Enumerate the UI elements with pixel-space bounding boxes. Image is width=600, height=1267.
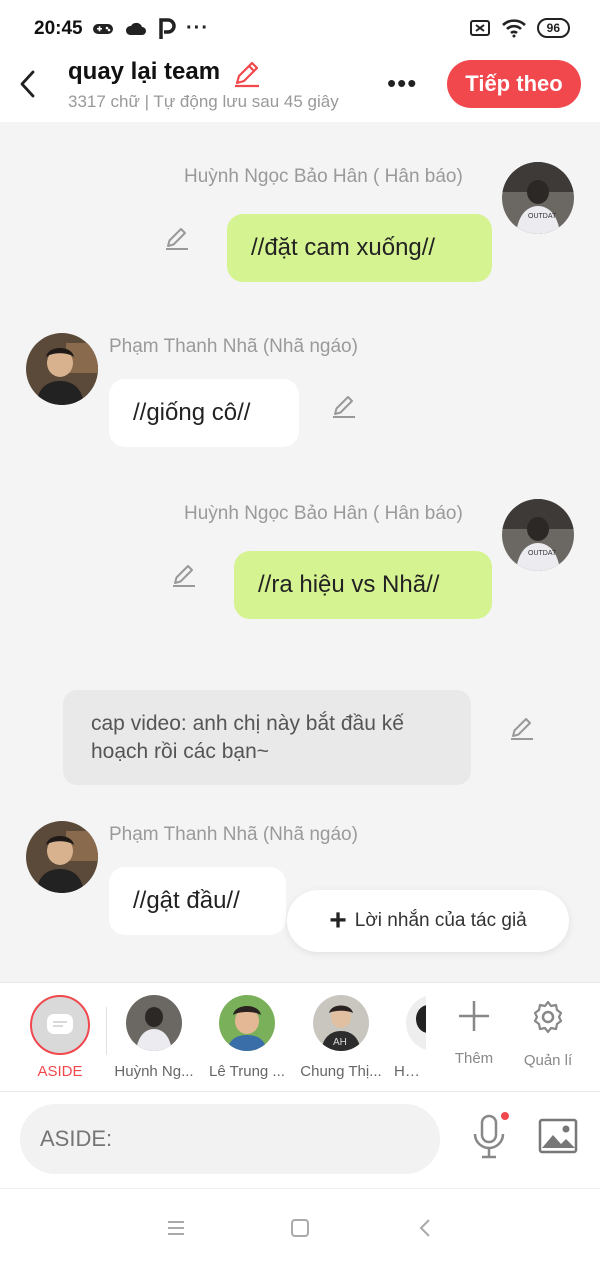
home-icon[interactable] (290, 1218, 310, 1238)
avatar[interactable]: OUTDAT (502, 499, 574, 571)
manage-characters-button[interactable]: Quản lí (518, 999, 578, 1069)
chat-bubble-icon (47, 1014, 73, 1034)
sender-name: Phạm Thanh Nhã (Nhã ngáo) (109, 336, 358, 357)
gamepad-icon (93, 23, 113, 34)
avatar[interactable] (26, 333, 98, 405)
message-input[interactable] (20, 1104, 440, 1174)
status-bar: 20:45 ··· 96 (0, 0, 600, 56)
sim-off-icon (469, 20, 490, 36)
message-bubble[interactable]: //giống cô// (109, 379, 299, 447)
cloud-icon (125, 22, 146, 35)
edit-title-icon[interactable] (232, 58, 262, 88)
plus-icon (459, 1001, 489, 1031)
sender-name: Phạm Thanh Nhã (Nhã ngáo) (109, 824, 358, 845)
character-item[interactable]: Lê Trung ... (202, 995, 292, 1080)
author-note-label: Lời nhắn của tác giả (354, 910, 527, 931)
character-name: Chung Thị... (300, 1063, 382, 1080)
edit-icon[interactable] (171, 561, 197, 587)
manage-label: Quản lí (523, 1052, 573, 1069)
character-item[interactable]: Huỳn (390, 995, 426, 1080)
avatar (126, 995, 182, 1051)
edit-icon[interactable] (164, 224, 190, 250)
svg-text:OUTDAT: OUTDAT (528, 550, 557, 557)
back-icon[interactable] (418, 1217, 432, 1239)
avatar[interactable] (26, 821, 98, 893)
input-bar (0, 1092, 600, 1188)
svg-text:AH: AH (333, 1037, 347, 1048)
image-upload-button[interactable] (538, 1118, 578, 1159)
aside-label: ASIDE (37, 1063, 83, 1080)
system-navigation-bar (0, 1188, 600, 1267)
character-name: Huỳn (394, 1063, 426, 1080)
narration-bubble[interactable]: cap video: anh chị này bắt đầu kế hoạch … (63, 690, 471, 785)
microphone-icon (473, 1112, 509, 1159)
next-button[interactable]: Tiếp theo (447, 60, 581, 108)
avatar[interactable]: OUTDAT (502, 162, 574, 234)
back-arrow-icon[interactable] (16, 66, 44, 102)
sender-name: Huỳnh Ngọc Bảo Hân ( Hân báo) (184, 503, 463, 524)
character-name: Lê Trung ... (209, 1063, 285, 1080)
gear-icon (533, 1000, 563, 1034)
sender-name: Huỳnh Ngọc Bảo Hân ( Hân báo) (184, 166, 463, 187)
message-bubble[interactable]: //đặt cam xuống// (227, 214, 492, 282)
edit-icon[interactable] (509, 714, 535, 740)
avatar (219, 995, 275, 1051)
character-bar: ASIDE Huỳnh Ng... Lê Trung ... AH Chung … (0, 982, 600, 1092)
more-options-icon[interactable]: ••• (387, 68, 417, 99)
battery-indicator: 96 (536, 18, 570, 38)
divider (106, 1007, 107, 1055)
plus-icon: + (329, 904, 347, 937)
wifi-icon (501, 19, 526, 38)
svg-text:OUTDAT: OUTDAT (528, 213, 557, 220)
character-item[interactable]: Huỳnh Ng... (109, 995, 199, 1080)
author-note-button[interactable]: + Lời nhắn của tác giả (287, 890, 569, 952)
message-bubble[interactable]: //gật đầu// (109, 867, 286, 935)
add-label: Thêm (454, 1050, 494, 1067)
word-count-autosave: 3317 chữ | Tự động lưu sau 45 giây (68, 92, 339, 111)
page-title: quay lại team (68, 58, 221, 85)
parking-icon (159, 17, 176, 39)
avatar (406, 995, 426, 1051)
chat-area: Huỳnh Ngọc Bảo Hân ( Hân báo) OUTDAT //đ… (0, 122, 600, 982)
status-overflow: ··· (186, 17, 209, 39)
avatar: AH (313, 995, 369, 1051)
add-character-button[interactable]: Thêm (444, 999, 504, 1067)
edit-icon[interactable] (331, 392, 357, 418)
voice-input-button[interactable] (470, 1112, 510, 1165)
menu-icon[interactable] (166, 1219, 186, 1237)
message-bubble[interactable]: //ra hiệu vs Nhã// (234, 551, 492, 619)
character-name: Huỳnh Ng... (114, 1063, 194, 1080)
aside-character-button[interactable] (30, 995, 90, 1055)
image-icon (538, 1118, 578, 1154)
character-item[interactable]: AH Chung Thị... (296, 995, 386, 1080)
app-header: quay lại team 3317 chữ | Tự động lưu sau… (0, 56, 600, 122)
status-time: 20:45 (34, 18, 83, 39)
